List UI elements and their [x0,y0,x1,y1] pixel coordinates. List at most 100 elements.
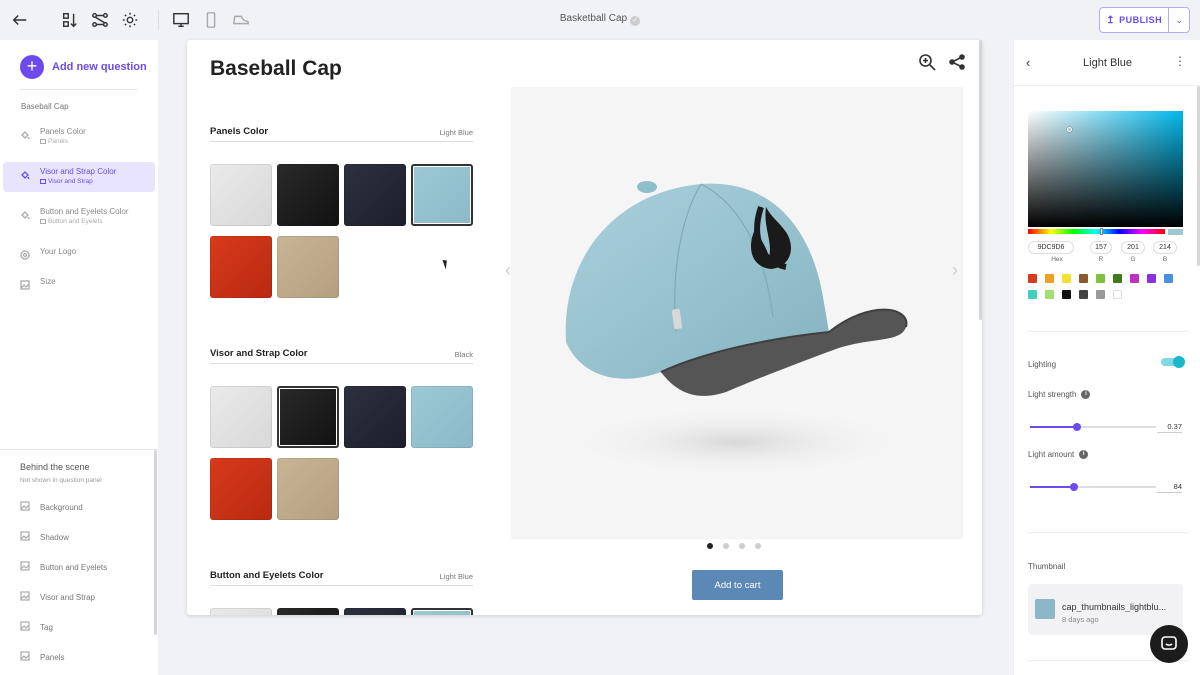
chevron-down-icon[interactable]: ⌄ [1169,8,1189,32]
chevron-left-icon[interactable]: ‹ [505,260,511,281]
behind-item-label: Button and Eyelets [40,562,108,572]
publish-button[interactable]: ↥ PUBLISH [1100,8,1170,32]
light-strength-label: Light strength [1028,390,1077,399]
question-sub: Button and Eyelets [40,218,103,225]
palette-swatch[interactable] [1062,290,1071,299]
light-amount-slider[interactable] [1030,483,1156,491]
light-amount-value[interactable]: 84 [1157,482,1182,493]
palette-swatch[interactable] [1130,274,1139,283]
color-saturation-picker[interactable] [1028,111,1183,227]
swatch-beige[interactable] [277,458,339,520]
thumbnail-label: Thumbnail [1028,562,1066,571]
swatch-light-blue[interactable] [411,164,473,226]
swatch-black[interactable] [277,608,339,615]
hue-slider[interactable] [1028,228,1165,235]
b-input[interactable]: 214 [1153,241,1177,254]
palette-swatch[interactable] [1147,274,1156,283]
hue-handle[interactable] [1100,228,1103,235]
g-input[interactable]: 201 [1121,241,1145,254]
palette-swatch[interactable] [1045,274,1054,283]
behind-item-panels[interactable]: Panels [20,651,64,663]
light-strength-slider[interactable] [1030,423,1156,431]
chevron-right-icon[interactable]: › [952,260,958,281]
swatch-navy[interactable] [344,164,406,226]
more-vertical-icon[interactable]: ⋮ [1174,54,1186,68]
question-item-visor-strap-color[interactable]: Visor and Strap Color Visor and Strap [3,162,155,192]
slider-knob[interactable] [1070,483,1079,491]
swatch-light-blue[interactable] [411,386,473,448]
carousel-dot[interactable] [755,543,761,549]
behind-item-visor-strap[interactable]: Visor and Strap [20,591,95,603]
swatch-black[interactable] [277,164,339,226]
question-panel: + Add new question Baseball Cap Panels C… [0,40,158,675]
product-image [511,87,963,539]
lighting-toggle[interactable] [1161,356,1185,368]
behind-title: Behind the scene [20,462,90,472]
light-amount-label: Light amount [1028,450,1075,459]
palette-swatch[interactable] [1113,274,1122,283]
swatch-navy[interactable] [344,608,406,615]
question-visor-strap-color: Visor and Strap Color Black [210,344,473,364]
slider-knob[interactable] [1072,423,1081,431]
carousel-dot[interactable] [723,543,729,549]
carousel-dot[interactable] [739,543,745,549]
swatch-black[interactable] [277,386,339,448]
behind-item-button-eyelets[interactable]: Button and Eyelets [20,561,107,573]
info-icon[interactable]: i [1081,390,1091,399]
palette-swatch[interactable] [1079,274,1088,283]
color-editor-panel: ‹ Light Blue ⋮ 9DC9D6 157 201 214 Hex R … [1013,40,1200,675]
add-question-button[interactable]: + Add new question [20,55,147,79]
image-icon [20,621,40,633]
behind-item-background[interactable]: Background [20,501,83,513]
left-panel-scrollbar[interactable] [154,450,157,635]
question-item-panels-color[interactable]: Panels Color Panels [3,122,155,152]
palette-swatch[interactable] [1062,274,1071,283]
swatch-white[interactable] [210,386,272,448]
swatch-beige[interactable] [277,236,339,298]
behind-note: Not shown in question panel [20,477,102,484]
chat-button[interactable] [1150,625,1188,663]
paint-bucket-icon [20,207,30,220]
palette-swatch[interactable] [1164,274,1173,283]
palette-swatch[interactable] [1045,290,1054,299]
question-item-size[interactable]: Size [3,272,155,294]
add-to-cart-button[interactable]: Add to cart [692,570,783,600]
question-sub-text: Panels [48,138,68,145]
swatch-navy[interactable] [344,386,406,448]
swatch-red[interactable] [210,236,272,298]
swatch-white[interactable] [210,608,272,615]
question-item-button-eyelets-color[interactable]: Button and Eyelets Color Button and Eyel… [3,202,155,232]
document-title: Basketball Cap ✓ [0,13,1200,26]
palette-swatch[interactable] [1028,290,1037,299]
hex-input[interactable]: 9DC9D6 [1028,241,1074,254]
behind-item-shadow[interactable]: Shadow [20,531,69,543]
top-toolbar: Basketball Cap ✓ ↥ PUBLISH ⌄ [0,0,1200,40]
product-preview-card: Baseball Cap Panels Color Light Blue Vis… [187,40,982,615]
zoom-in-icon[interactable] [918,53,936,71]
divider [1028,532,1188,533]
preview-scrollbar[interactable] [979,40,982,320]
swatch-white[interactable] [210,164,272,226]
picker-handle[interactable] [1067,127,1072,132]
question-value: Light Blue [439,572,473,581]
question-name: Button and Eyelets Color [40,207,129,216]
palette-swatch[interactable] [1079,290,1088,299]
behind-item-label: Tag [40,622,53,632]
r-input[interactable]: 157 [1090,241,1112,254]
swatch-red[interactable] [210,458,272,520]
palette-swatch[interactable] [1028,274,1037,283]
palette-swatch[interactable] [1113,290,1122,299]
image-icon [20,591,40,603]
question-panels-color: Panels Color Light Blue [210,122,473,142]
info-icon[interactable]: i [1079,450,1089,459]
divider [20,89,137,90]
swatch-light-blue[interactable] [411,608,473,615]
question-item-your-logo[interactable]: Your Logo [3,242,155,264]
share-icon[interactable] [948,53,966,71]
carousel-dot[interactable] [707,543,713,549]
palette-swatch[interactable] [1096,274,1105,283]
behind-item-tag[interactable]: Tag [20,621,53,633]
image-icon [20,561,40,573]
light-strength-value[interactable]: 0.37 [1157,422,1182,433]
palette-swatch[interactable] [1096,290,1105,299]
